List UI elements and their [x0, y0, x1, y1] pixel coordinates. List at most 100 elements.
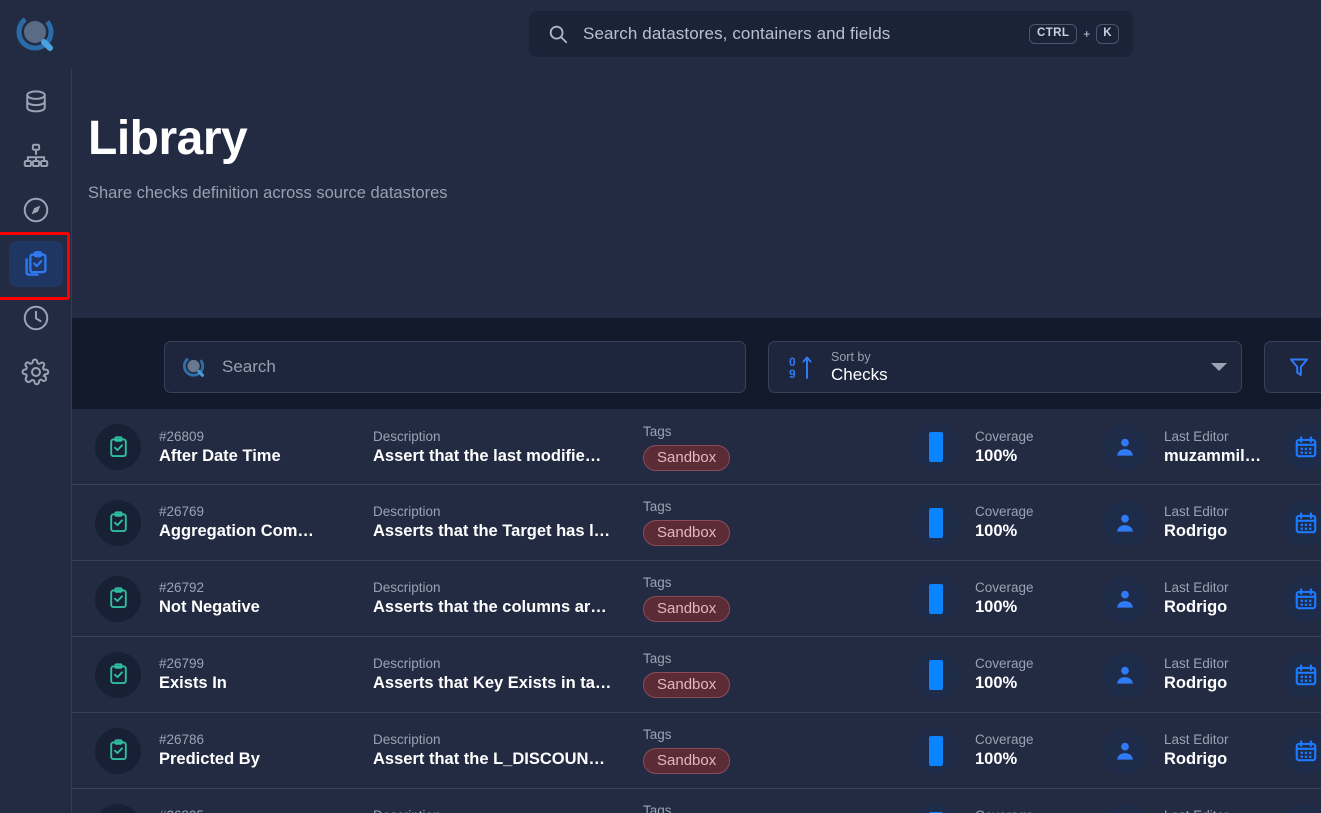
last-editor-label: Last Editor [1164, 504, 1229, 519]
last-editor-label: Last Editor [1164, 428, 1229, 444]
tags-list: Sandbox [643, 593, 913, 622]
check-date-cell[interactable] [1274, 424, 1321, 470]
sidebar-item-datastores[interactable] [9, 79, 63, 125]
calendar-icon-badge[interactable] [1283, 424, 1321, 470]
last-editor-text: Last Editor Rodrigo [1164, 504, 1229, 541]
check-id: #26792 [159, 580, 205, 595]
table-row[interactable]: #26799 Exists In Description Asserts tha… [72, 637, 1321, 713]
checks-table: #26809 After Date Time Description Asser… [72, 409, 1321, 813]
description-label: Description [373, 504, 441, 519]
search-input[interactable]: Search [164, 341, 746, 393]
sidebar-item-library[interactable] [0, 232, 70, 300]
avatar [1102, 803, 1148, 813]
description-value: Assert that the L_DISCOUN… [373, 750, 605, 768]
calendar-icon-badge[interactable] [1283, 803, 1321, 813]
check-description-cell: Description Asserts that the Target has … [373, 504, 643, 541]
sort-by-select[interactable]: 0 9 Sort by Checks [768, 341, 1242, 393]
check-coverage-cell: Coverage 100% [913, 651, 1102, 698]
last-editor-label: Last Editor [1164, 656, 1229, 671]
svg-text:9: 9 [789, 367, 796, 381]
check-coverage-cell: Coverage 100% [913, 803, 1102, 813]
last-editor-text: Last Editor Rodrigo [1164, 656, 1229, 693]
person-icon [1117, 590, 1133, 608]
calendar-icon [1295, 511, 1317, 533]
check-name: Aggregation Com… [159, 522, 314, 540]
check-date-cell[interactable] [1274, 803, 1321, 813]
filter-button[interactable] [1264, 341, 1321, 393]
check-last-editor-cell: Last Editor Rodrigo [1102, 499, 1274, 546]
check-description-cell: Description Assert that the last modifie… [373, 429, 643, 466]
calendar-icon-badge[interactable] [1283, 575, 1321, 622]
chevron-down-icon[interactable] [1211, 363, 1227, 371]
sidebar-item-settings[interactable] [9, 349, 63, 395]
description-value: Asserts that Key Exists in ta… [373, 674, 612, 692]
check-last-editor-cell: Last Editor muzammil… [1102, 424, 1274, 470]
global-search-placeholder: Search datastores, containers and fields [583, 24, 891, 43]
check-id: #26805 [159, 808, 373, 813]
check-date-cell[interactable] [1274, 575, 1321, 622]
global-search-box[interactable]: Search datastores, containers and fields… [529, 11, 1133, 57]
check-name: After Date Time [159, 446, 281, 465]
coverage-label: Coverage [975, 580, 1034, 595]
last-editor-label: Last Editor [1164, 580, 1229, 595]
check-date-cell[interactable] [1274, 499, 1321, 546]
main-area: Library Share checks definition across s… [72, 68, 1321, 813]
calendar-icon-badge[interactable] [1283, 499, 1321, 546]
check-date-cell[interactable] [1274, 727, 1321, 774]
sidebar-item-history[interactable] [9, 295, 63, 341]
kbd-k: K [1096, 24, 1119, 44]
calendar-icon [1295, 663, 1317, 685]
tag-chip[interactable]: Sandbox [643, 672, 731, 698]
body-region: Library Share checks definition across s… [0, 68, 1321, 813]
sitemap-icon [23, 143, 48, 167]
check-coverage-cell: Coverage 100% [913, 575, 1102, 622]
coverage-label: Coverage [975, 504, 1034, 519]
sidebar-item-containers[interactable] [9, 133, 63, 179]
global-search-container[interactable]: Search datastores, containers and fields… [529, 11, 1133, 57]
last-editor-label: Last Editor [1164, 732, 1229, 747]
search-icon [549, 25, 568, 44]
check-type-icon-badge [95, 575, 141, 622]
coverage-value: 100% [975, 674, 1018, 692]
coverage-icon-badge [913, 803, 959, 813]
table-row[interactable]: #26805 Satisfies Expressi… Description A… [72, 789, 1321, 813]
tag-chip[interactable]: Sandbox [643, 520, 731, 546]
check-date-cell[interactable] [1274, 651, 1321, 698]
check-description-cell: Description Asserts that the columns ar… [373, 580, 643, 617]
check-identity: #26792 Not Negative [159, 580, 373, 617]
coverage-label: Coverage [975, 808, 1034, 813]
table-row[interactable]: #26786 Predicted By Description Assert t… [72, 713, 1321, 789]
calendar-icon-badge[interactable] [1283, 727, 1321, 774]
avatar [1102, 651, 1148, 698]
description-label: Description [373, 808, 643, 813]
tag-chip[interactable]: Sandbox [643, 748, 731, 774]
avatar [1102, 424, 1148, 470]
check-tags-cell: Tags Sandbox [643, 499, 913, 546]
check-identity: #26769 Aggregation Com… [159, 504, 373, 541]
coverage-text: Coverage 100% [975, 429, 1034, 466]
sidebar-item-explore[interactable] [9, 187, 63, 233]
check-id: #26799 [159, 656, 205, 671]
check-identity: #26799 Exists In [159, 656, 373, 693]
tag-chip[interactable]: Sandbox [643, 596, 731, 622]
keyboard-shortcut-hint: CTRL + K [1029, 24, 1119, 44]
check-type-icon-badge [95, 499, 141, 546]
check-last-editor-cell: Last Editor Rodrigo [1102, 575, 1274, 622]
check-coverage-cell: Coverage 100% [913, 727, 1102, 774]
search-icon [182, 354, 205, 377]
bar-chart-icon [929, 735, 943, 766]
tag-chip[interactable]: Sandbox [643, 444, 731, 471]
coverage-icon-badge [913, 727, 959, 774]
tags-label: Tags [643, 727, 672, 742]
page-header: Library Share checks definition across s… [72, 68, 1321, 318]
check-id: #26786 [159, 732, 205, 747]
coverage-value: 100% [975, 750, 1018, 768]
coverage-text: Coverage 100% [975, 504, 1034, 541]
table-row[interactable]: #26792 Not Negative Description Asserts … [72, 561, 1321, 637]
table-row[interactable]: #26769 Aggregation Com… Description Asse… [72, 485, 1321, 561]
clipboard-check-icon [109, 587, 127, 608]
calendar-icon-badge[interactable] [1283, 651, 1321, 698]
sort-ascending-icon: 0 9 [789, 355, 812, 381]
table-row[interactable]: #26809 After Date Time Description Asser… [72, 409, 1321, 485]
qualytics-logo [16, 13, 54, 51]
